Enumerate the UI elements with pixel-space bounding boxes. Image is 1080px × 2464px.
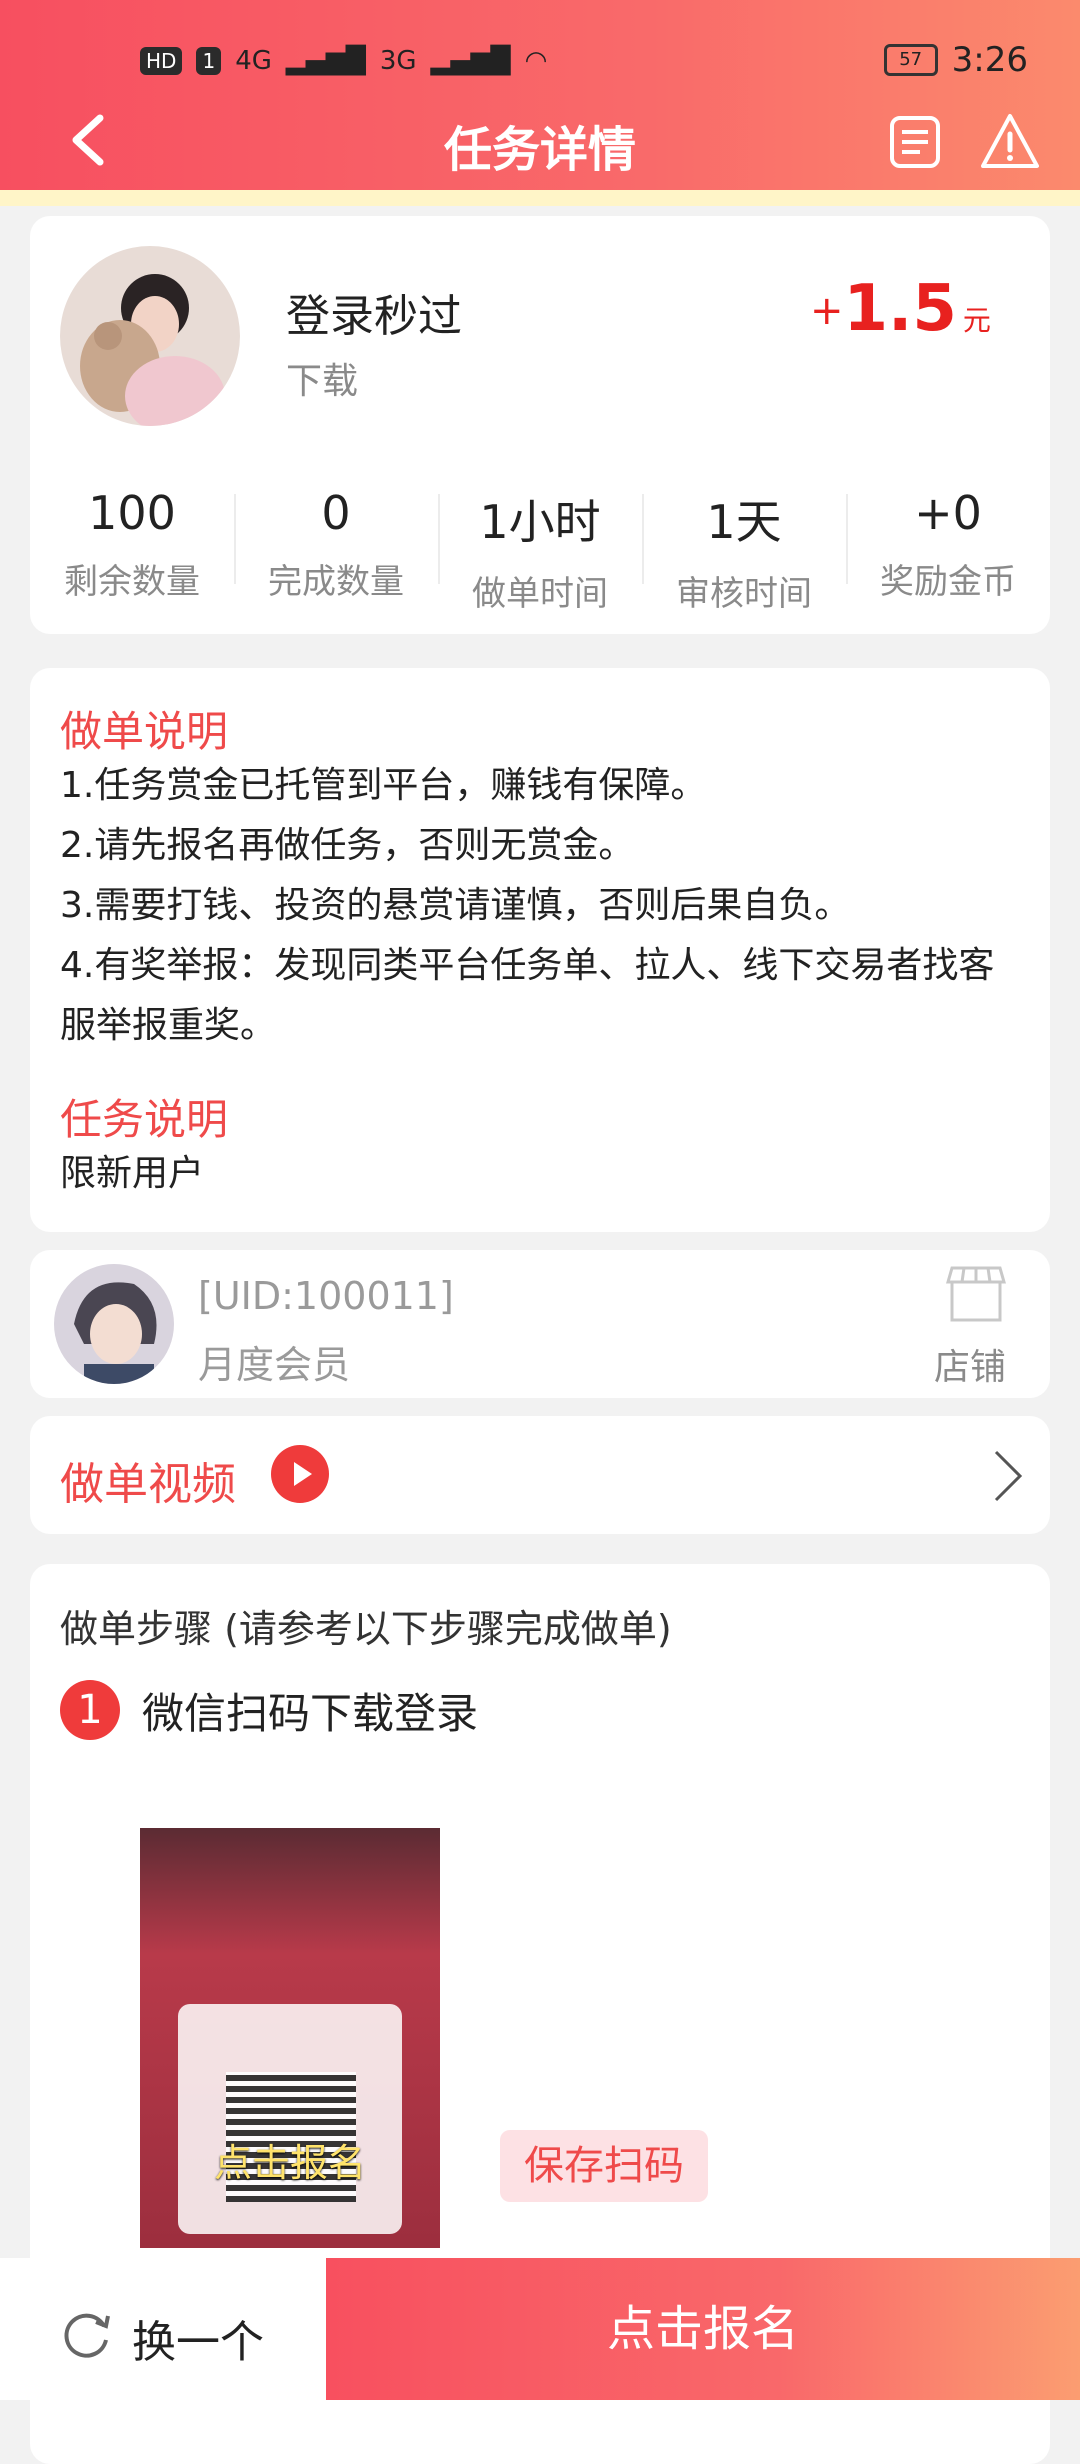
document-icon[interactable] [888,114,942,170]
hd-badge: HD [140,47,183,75]
stat-coins: +0 奖励金币 [846,466,1050,606]
publisher-uid: [UID:100011] [198,1274,454,1318]
stat-label: 完成数量 [268,562,404,602]
task-subtitle: 下载 [286,361,359,402]
stat-remaining: 100 剩余数量 [30,466,234,606]
reward-value: 1.5 [843,272,957,346]
play-icon [271,1445,329,1503]
stat-label: 做单时间 [472,574,608,614]
stat-work-time: 1小时 做单时间 [438,466,642,614]
publisher-avatar [54,1264,174,1384]
task-avatar [60,246,240,426]
stat-value: 100 [88,486,176,540]
stat-value: 0 [321,486,351,540]
wifi-icon: ◠ [524,46,548,76]
reward-plus: + [810,288,844,334]
video-label: 做单视频 [60,1459,236,1510]
store-icon[interactable] [944,1264,1008,1324]
sim-badge: 1 [196,47,222,75]
status-bar: HD 1 4G ▂▄▆█ 3G ▂▄▆█ ◠ 57 3:26 [0,40,1080,90]
step-screenshot[interactable]: 点击报名 [140,1828,440,2248]
task-summary-card: 登录秒过 下载 +1.5 元 100 剩余数量 0 完成数量 1小时 做单时间 1… [30,216,1050,634]
switch-task-button[interactable]: 换一个 [0,2258,326,2400]
switch-label: 换一个 [132,2317,264,2368]
step-text: 微信扫码下载登录 [142,1689,479,1738]
step-number: 1 [60,1680,120,1740]
stat-label: 审核时间 [676,574,812,614]
signal-icon: ▂▄▆█ [285,46,366,76]
stat-value: 1天 [706,495,782,549]
task-desc-heading: 任务说明 [60,1095,229,1144]
rule-item: 4.有奖举报：发现同类平台任务单、拉人、线下交易者找客服举报重奖。 [60,945,995,1046]
signal-3g-label: 3G [379,46,417,76]
stat-value: +0 [914,486,982,540]
stat-completed: 0 完成数量 [234,466,438,606]
publisher-membership: 月度会员 [198,1343,351,1387]
clock: 3:26 [951,40,1028,80]
warning-icon[interactable] [980,112,1040,170]
store-label[interactable]: 店铺 [934,1338,1006,1390]
reward-amount: +1.5 元 [810,272,991,346]
notice-strip [0,190,1080,206]
screenshot-overlay-text: 点击报名 [213,2141,366,2185]
rule-item: 2.请先报名再做任务，否则无赏金。 [60,825,635,866]
rule-item: 3.需要打钱、投资的悬赏请谨慎，否则后果自负。 [60,885,851,926]
instructions-card: 做单说明 1.任务赏金已托管到平台，赚钱有保障。 2.请先报名再做任务，否则无赏… [30,668,1050,1232]
stat-label: 奖励金币 [880,562,1016,602]
signal-icon-2: ▂▄▆█ [430,46,511,76]
steps-heading: 做单步骤 (请参考以下步骤完成做单) [60,1607,672,1651]
navigation-bar: 任务详情 [0,100,1080,180]
refresh-icon [64,2313,110,2358]
battery-icon: 57 [883,44,938,76]
stat-value: 1小时 [479,495,601,549]
apply-button[interactable]: 点击报名 [326,2258,1080,2400]
save-qr-button[interactable]: 保存扫码 [500,2130,708,2202]
task-stats: 100 剩余数量 0 完成数量 1小时 做单时间 1天 审核时间 +0 奖励金币 [30,466,1050,614]
instructions-heading: 做单说明 [60,707,229,756]
stat-review-time: 1天 审核时间 [642,466,846,614]
reward-unit: 元 [962,304,991,337]
chevron-right-icon [994,1450,1023,1502]
stat-label: 剩余数量 [64,562,200,602]
video-card[interactable]: 做单视频 [30,1416,1050,1534]
publisher-card[interactable]: [UID:100011] 月度会员 店铺 [30,1250,1050,1398]
task-title: 登录秒过 [286,291,462,342]
rule-item: 1.任务赏金已托管到平台，赚钱有保障。 [60,765,707,806]
signal-4g-label: 4G [235,46,272,76]
bottom-bar: 换一个 点击报名 [0,2258,1080,2400]
app-header: HD 1 4G ▂▄▆█ 3G ▂▄▆█ ◠ 57 3:26 任务详情 [0,0,1080,190]
task-desc: 限新用户 [60,1153,205,1194]
